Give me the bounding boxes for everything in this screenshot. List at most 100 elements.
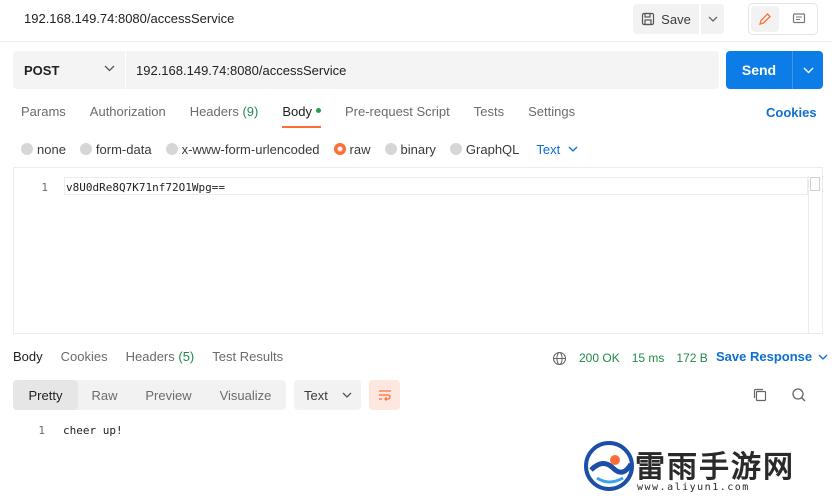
- edit-mode-button[interactable]: [751, 6, 779, 32]
- headers-count: (9): [242, 104, 259, 119]
- response-headers-count: (5): [178, 349, 195, 364]
- watermark-logo: 雷雨手游网 www.aliyun1.com: [581, 438, 821, 496]
- docs-mode-button[interactable]: [785, 6, 813, 32]
- response-format-label: Text: [304, 387, 328, 403]
- wrap-lines-button[interactable]: [369, 380, 400, 410]
- tab-label: Headers: [189, 104, 239, 119]
- response-size[interactable]: 172 B: [676, 351, 707, 365]
- save-button[interactable]: Save: [633, 4, 699, 34]
- response-format-select[interactable]: Text: [294, 380, 361, 410]
- response-body-content[interactable]: cheer up!: [63, 424, 123, 437]
- view-pretty-button[interactable]: Pretty: [13, 380, 78, 410]
- cookies-link[interactable]: Cookies: [766, 105, 817, 120]
- chevron-down-icon: [803, 67, 813, 73]
- radio-x-www-form-urlencoded[interactable]: x-www-form-urlencoded: [165, 141, 320, 157]
- editor-line: 1 v8U0dRe8Q7K71nf72O1Wpg==: [14, 178, 822, 196]
- method-label: POST: [24, 62, 60, 78]
- mode-toggle: [748, 3, 818, 35]
- tab-label: Cookies: [60, 349, 108, 364]
- response-body-line: 1 cheer up!: [13, 421, 123, 439]
- save-dropdown-button[interactable]: [701, 4, 724, 34]
- status-code[interactable]: 200 OK: [579, 351, 620, 365]
- tab-body[interactable]: Body: [282, 104, 321, 128]
- save-response-button[interactable]: Save Response: [716, 349, 828, 364]
- tab-label: Pre-request Script: [344, 104, 450, 119]
- send-button[interactable]: Send: [726, 62, 792, 78]
- chevron-down-icon: [568, 146, 578, 152]
- radio-circle: [21, 143, 33, 155]
- body-type-radios: none form-data x-www-form-urlencoded raw…: [21, 140, 578, 158]
- radio-raw[interactable]: raw: [333, 141, 371, 157]
- line-number: 1: [38, 423, 45, 437]
- radio-label: form-data: [95, 141, 152, 157]
- tab-label: Body: [13, 349, 43, 364]
- pencil-icon: [759, 13, 771, 25]
- save-group: Save: [633, 4, 724, 34]
- editor-scrollbar[interactable]: [808, 176, 822, 334]
- url-input[interactable]: 192.168.149.74:8080/accessService: [126, 51, 719, 89]
- globe-icon[interactable]: [552, 351, 567, 366]
- radio-circle: [79, 143, 92, 155]
- view-preview-button[interactable]: Preview: [131, 380, 206, 410]
- tab-label: Test Results: [212, 349, 284, 364]
- tab-label: Headers: [125, 349, 175, 364]
- send-button-group: Send: [726, 51, 823, 89]
- view-raw-button[interactable]: Raw: [78, 380, 131, 410]
- request-tabs: Params Authorization Headers (9) Body Pr…: [21, 104, 599, 128]
- tab-label: Body: [282, 104, 312, 119]
- response-tab-test-results[interactable]: Test Results: [212, 349, 283, 373]
- radio-circle: [165, 143, 178, 155]
- radio-circle: [449, 143, 462, 155]
- method-select[interactable]: POST: [13, 51, 125, 89]
- body-format-select[interactable]: Text: [536, 142, 578, 157]
- save-response-label: Save Response: [716, 349, 813, 364]
- tab-label: Authorization: [89, 104, 166, 119]
- title-bar: 192.168.149.74:8080/accessService Save: [0, 0, 832, 42]
- response-tab-cookies[interactable]: Cookies: [61, 349, 108, 373]
- tab-authorization[interactable]: Authorization: [90, 104, 166, 128]
- editor-content[interactable]: v8U0dRe8Q7K71nf72O1Wpg==: [66, 181, 225, 194]
- send-dropdown-button[interactable]: [793, 67, 823, 74]
- line-number: 1: [41, 180, 48, 194]
- watermark-emblem-icon: [584, 441, 634, 491]
- radio-none[interactable]: none: [21, 142, 66, 157]
- editor-scrollbar-thumb[interactable]: [810, 177, 820, 191]
- response-status: 200 OK 15 ms 172 B: [552, 349, 708, 367]
- view-mode-group: Pretty Raw Preview Visualize: [13, 380, 286, 410]
- tab-label: Params: [21, 104, 66, 119]
- radio-graphql[interactable]: GraphQL: [449, 141, 520, 157]
- radio-circle-selected: [333, 143, 346, 155]
- body-editor[interactable]: 1 v8U0dRe8Q7K71nf72O1Wpg==: [13, 167, 823, 334]
- wrap-lines-icon: [378, 390, 391, 401]
- tab-settings[interactable]: Settings: [528, 104, 575, 128]
- chevron-down-icon: [708, 16, 717, 22]
- save-icon: [642, 12, 655, 26]
- watermark-url: www.aliyun1.com: [637, 482, 750, 493]
- tab-headers[interactable]: Headers (9): [190, 104, 259, 128]
- tab-label: Settings: [528, 104, 576, 119]
- search-icon[interactable]: [791, 387, 807, 403]
- chevron-down-icon: [818, 354, 828, 360]
- radio-label: raw: [349, 141, 371, 157]
- response-tab-body[interactable]: Body: [13, 349, 43, 373]
- body-indicator-dot: [315, 108, 321, 113]
- comment-icon: [792, 13, 806, 24]
- view-visualize-button[interactable]: Visualize: [206, 380, 285, 410]
- response-time[interactable]: 15 ms: [632, 351, 665, 365]
- radio-label: x-www-form-urlencoded: [181, 141, 320, 157]
- tab-params[interactable]: Params: [21, 104, 66, 128]
- tab-pre-request-script[interactable]: Pre-request Script: [345, 104, 450, 128]
- response-tabs: Body Cookies Headers (5) Test Results: [13, 349, 301, 371]
- request-title[interactable]: 192.168.149.74:8080/accessService: [24, 11, 234, 26]
- radio-circle: [384, 143, 397, 155]
- response-tab-headers[interactable]: Headers (5): [126, 349, 195, 373]
- radio-label: none: [37, 141, 66, 157]
- radio-binary[interactable]: binary: [384, 142, 436, 157]
- copy-icon[interactable]: [752, 387, 768, 403]
- tab-tests[interactable]: Tests: [474, 104, 504, 128]
- radio-form-data[interactable]: form-data: [79, 141, 152, 157]
- save-label: Save: [661, 11, 691, 27]
- tab-label: Tests: [473, 104, 505, 119]
- radio-label: GraphQL: [465, 141, 520, 157]
- chevron-down-icon: [104, 65, 115, 72]
